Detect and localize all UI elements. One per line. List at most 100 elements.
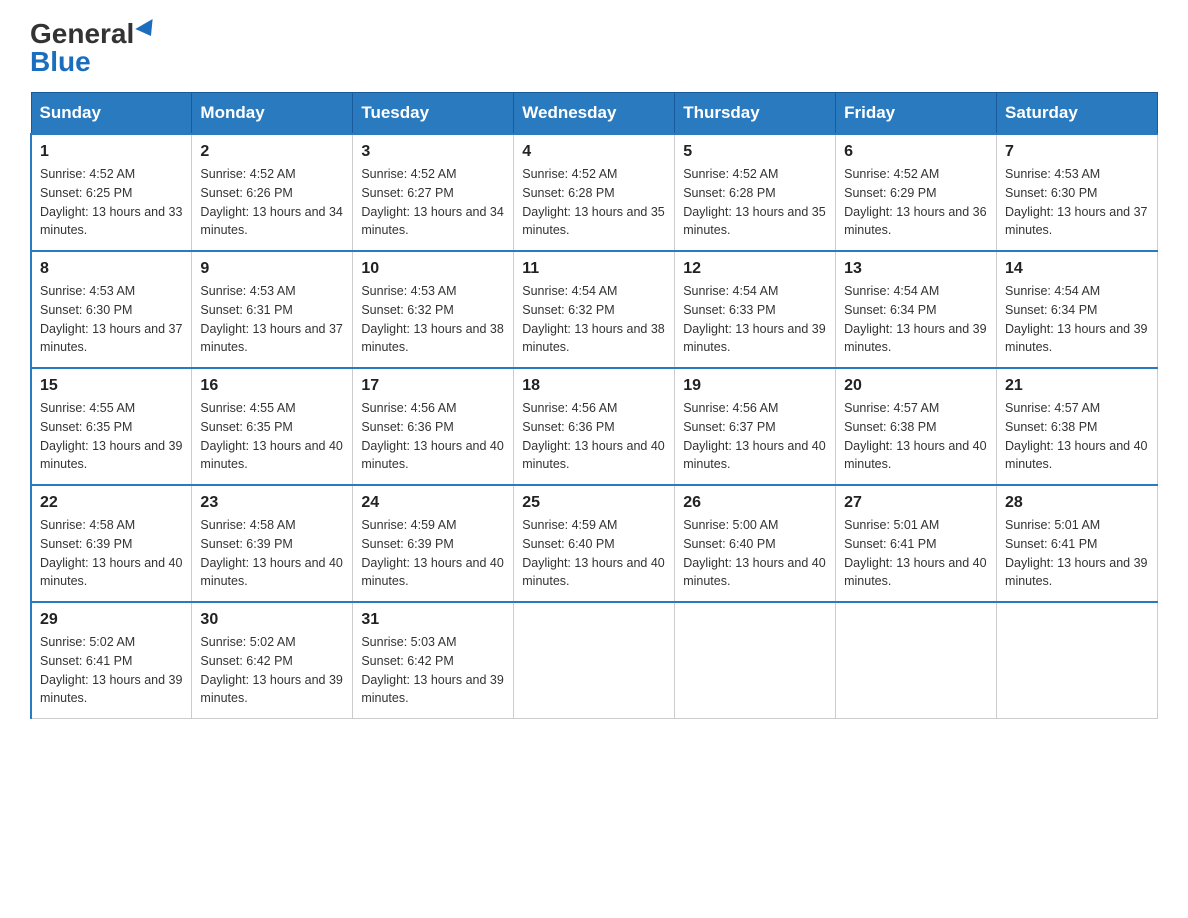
day-number: 13 [844, 260, 988, 278]
day-info: Sunrise: 4:53 AM Sunset: 6:32 PM Dayligh… [361, 282, 505, 357]
calendar-day-cell: 14 Sunrise: 4:54 AM Sunset: 6:34 PM Dayl… [997, 251, 1158, 368]
calendar-day-cell: 3 Sunrise: 4:52 AM Sunset: 6:27 PM Dayli… [353, 134, 514, 251]
calendar-day-cell: 17 Sunrise: 4:56 AM Sunset: 6:36 PM Dayl… [353, 368, 514, 485]
day-number: 5 [683, 143, 827, 161]
day-info: Sunrise: 4:55 AM Sunset: 6:35 PM Dayligh… [200, 399, 344, 474]
calendar-week-row: 22 Sunrise: 4:58 AM Sunset: 6:39 PM Dayl… [31, 485, 1158, 602]
day-info: Sunrise: 4:59 AM Sunset: 6:39 PM Dayligh… [361, 516, 505, 591]
calendar-week-row: 29 Sunrise: 5:02 AM Sunset: 6:41 PM Dayl… [31, 602, 1158, 719]
day-number: 25 [522, 494, 666, 512]
day-info: Sunrise: 4:52 AM Sunset: 6:27 PM Dayligh… [361, 165, 505, 240]
day-info: Sunrise: 4:52 AM Sunset: 6:28 PM Dayligh… [522, 165, 666, 240]
day-info: Sunrise: 5:01 AM Sunset: 6:41 PM Dayligh… [1005, 516, 1149, 591]
day-number: 16 [200, 377, 344, 395]
calendar-day-cell: 23 Sunrise: 4:58 AM Sunset: 6:39 PM Dayl… [192, 485, 353, 602]
day-info: Sunrise: 5:02 AM Sunset: 6:41 PM Dayligh… [40, 633, 183, 708]
day-info: Sunrise: 5:01 AM Sunset: 6:41 PM Dayligh… [844, 516, 988, 591]
day-number: 1 [40, 143, 183, 161]
day-info: Sunrise: 4:52 AM Sunset: 6:29 PM Dayligh… [844, 165, 988, 240]
day-info: Sunrise: 4:56 AM Sunset: 6:37 PM Dayligh… [683, 399, 827, 474]
day-number: 26 [683, 494, 827, 512]
calendar-day-cell: 12 Sunrise: 4:54 AM Sunset: 6:33 PM Dayl… [675, 251, 836, 368]
calendar-day-header: Thursday [675, 93, 836, 135]
calendar-day-cell: 25 Sunrise: 4:59 AM Sunset: 6:40 PM Dayl… [514, 485, 675, 602]
logo-blue-text: Blue [30, 48, 91, 76]
logo: General Blue [30, 20, 154, 76]
calendar-day-cell: 27 Sunrise: 5:01 AM Sunset: 6:41 PM Dayl… [836, 485, 997, 602]
calendar-day-cell: 9 Sunrise: 4:53 AM Sunset: 6:31 PM Dayli… [192, 251, 353, 368]
calendar-day-header: Monday [192, 93, 353, 135]
day-number: 2 [200, 143, 344, 161]
day-info: Sunrise: 4:59 AM Sunset: 6:40 PM Dayligh… [522, 516, 666, 591]
calendar-day-cell: 7 Sunrise: 4:53 AM Sunset: 6:30 PM Dayli… [997, 134, 1158, 251]
day-info: Sunrise: 4:54 AM Sunset: 6:33 PM Dayligh… [683, 282, 827, 357]
calendar-day-header: Saturday [997, 93, 1158, 135]
calendar-day-cell [514, 602, 675, 719]
calendar-day-header: Friday [836, 93, 997, 135]
day-info: Sunrise: 4:52 AM Sunset: 6:28 PM Dayligh… [683, 165, 827, 240]
day-info: Sunrise: 4:52 AM Sunset: 6:26 PM Dayligh… [200, 165, 344, 240]
calendar-week-row: 1 Sunrise: 4:52 AM Sunset: 6:25 PM Dayli… [31, 134, 1158, 251]
calendar-day-cell: 22 Sunrise: 4:58 AM Sunset: 6:39 PM Dayl… [31, 485, 192, 602]
calendar-day-header: Tuesday [353, 93, 514, 135]
day-info: Sunrise: 5:03 AM Sunset: 6:42 PM Dayligh… [361, 633, 505, 708]
calendar-day-cell: 28 Sunrise: 5:01 AM Sunset: 6:41 PM Dayl… [997, 485, 1158, 602]
day-number: 21 [1005, 377, 1149, 395]
day-number: 4 [522, 143, 666, 161]
logo-general-text: General [30, 20, 134, 48]
calendar-week-row: 15 Sunrise: 4:55 AM Sunset: 6:35 PM Dayl… [31, 368, 1158, 485]
day-number: 22 [40, 494, 183, 512]
calendar-day-cell: 6 Sunrise: 4:52 AM Sunset: 6:29 PM Dayli… [836, 134, 997, 251]
calendar-day-cell: 19 Sunrise: 4:56 AM Sunset: 6:37 PM Dayl… [675, 368, 836, 485]
calendar-day-cell [836, 602, 997, 719]
day-number: 18 [522, 377, 666, 395]
day-number: 17 [361, 377, 505, 395]
calendar-day-cell: 30 Sunrise: 5:02 AM Sunset: 6:42 PM Dayl… [192, 602, 353, 719]
calendar-day-cell: 4 Sunrise: 4:52 AM Sunset: 6:28 PM Dayli… [514, 134, 675, 251]
calendar-day-cell: 5 Sunrise: 4:52 AM Sunset: 6:28 PM Dayli… [675, 134, 836, 251]
day-info: Sunrise: 4:53 AM Sunset: 6:30 PM Dayligh… [1005, 165, 1149, 240]
day-number: 19 [683, 377, 827, 395]
calendar-day-cell: 16 Sunrise: 4:55 AM Sunset: 6:35 PM Dayl… [192, 368, 353, 485]
day-number: 24 [361, 494, 505, 512]
calendar-day-cell: 20 Sunrise: 4:57 AM Sunset: 6:38 PM Dayl… [836, 368, 997, 485]
calendar-day-cell: 15 Sunrise: 4:55 AM Sunset: 6:35 PM Dayl… [31, 368, 192, 485]
calendar-day-cell: 29 Sunrise: 5:02 AM Sunset: 6:41 PM Dayl… [31, 602, 192, 719]
day-number: 8 [40, 260, 183, 278]
calendar-day-cell: 10 Sunrise: 4:53 AM Sunset: 6:32 PM Dayl… [353, 251, 514, 368]
day-info: Sunrise: 4:54 AM Sunset: 6:34 PM Dayligh… [844, 282, 988, 357]
calendar-day-cell: 18 Sunrise: 4:56 AM Sunset: 6:36 PM Dayl… [514, 368, 675, 485]
calendar-day-cell: 24 Sunrise: 4:59 AM Sunset: 6:39 PM Dayl… [353, 485, 514, 602]
day-number: 10 [361, 260, 505, 278]
logo-arrow-icon [136, 19, 160, 41]
day-number: 29 [40, 611, 183, 629]
day-info: Sunrise: 4:54 AM Sunset: 6:32 PM Dayligh… [522, 282, 666, 357]
day-info: Sunrise: 4:53 AM Sunset: 6:31 PM Dayligh… [200, 282, 344, 357]
calendar-day-cell: 31 Sunrise: 5:03 AM Sunset: 6:42 PM Dayl… [353, 602, 514, 719]
calendar-day-cell: 21 Sunrise: 4:57 AM Sunset: 6:38 PM Dayl… [997, 368, 1158, 485]
day-info: Sunrise: 4:56 AM Sunset: 6:36 PM Dayligh… [522, 399, 666, 474]
calendar-day-cell: 1 Sunrise: 4:52 AM Sunset: 6:25 PM Dayli… [31, 134, 192, 251]
day-info: Sunrise: 4:55 AM Sunset: 6:35 PM Dayligh… [40, 399, 183, 474]
day-number: 27 [844, 494, 988, 512]
calendar-day-cell: 8 Sunrise: 4:53 AM Sunset: 6:30 PM Dayli… [31, 251, 192, 368]
calendar-day-cell: 11 Sunrise: 4:54 AM Sunset: 6:32 PM Dayl… [514, 251, 675, 368]
day-info: Sunrise: 4:56 AM Sunset: 6:36 PM Dayligh… [361, 399, 505, 474]
day-info: Sunrise: 4:53 AM Sunset: 6:30 PM Dayligh… [40, 282, 183, 357]
calendar-day-cell [997, 602, 1158, 719]
day-info: Sunrise: 5:00 AM Sunset: 6:40 PM Dayligh… [683, 516, 827, 591]
day-info: Sunrise: 4:58 AM Sunset: 6:39 PM Dayligh… [200, 516, 344, 591]
calendar-week-row: 8 Sunrise: 4:53 AM Sunset: 6:30 PM Dayli… [31, 251, 1158, 368]
calendar-day-cell: 2 Sunrise: 4:52 AM Sunset: 6:26 PM Dayli… [192, 134, 353, 251]
day-number: 3 [361, 143, 505, 161]
day-number: 23 [200, 494, 344, 512]
day-number: 11 [522, 260, 666, 278]
day-info: Sunrise: 4:57 AM Sunset: 6:38 PM Dayligh… [1005, 399, 1149, 474]
day-number: 20 [844, 377, 988, 395]
calendar-day-header: Sunday [31, 93, 192, 135]
day-number: 12 [683, 260, 827, 278]
calendar-day-cell [675, 602, 836, 719]
day-info: Sunrise: 4:52 AM Sunset: 6:25 PM Dayligh… [40, 165, 183, 240]
day-info: Sunrise: 4:58 AM Sunset: 6:39 PM Dayligh… [40, 516, 183, 591]
calendar-day-cell: 13 Sunrise: 4:54 AM Sunset: 6:34 PM Dayl… [836, 251, 997, 368]
